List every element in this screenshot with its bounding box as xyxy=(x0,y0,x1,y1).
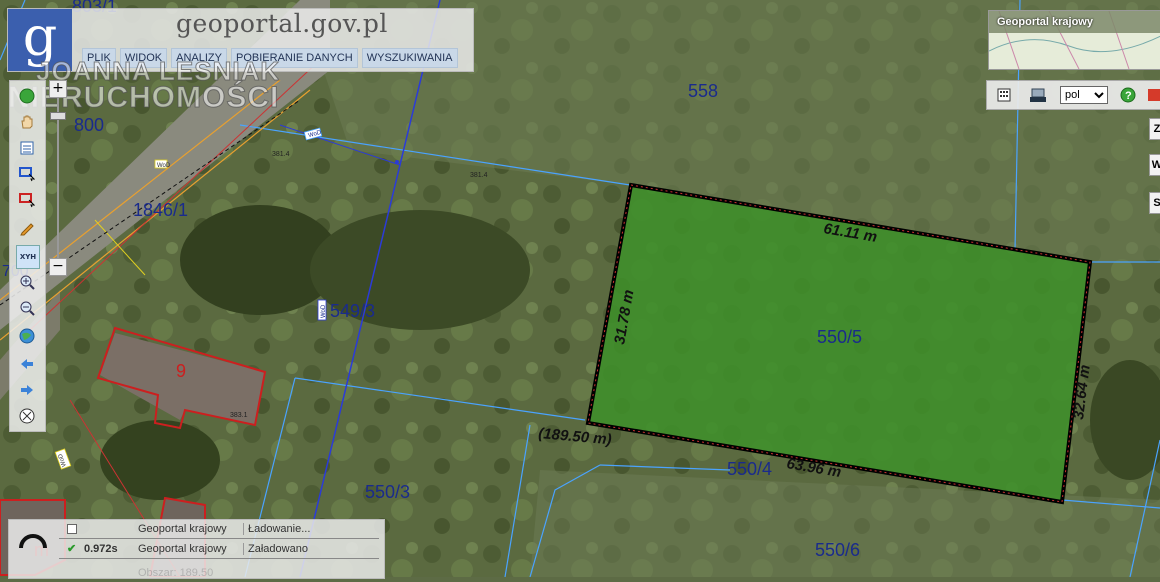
right-toolbar: pol ? xyxy=(986,80,1160,110)
back-arrow-icon[interactable] xyxy=(16,353,38,375)
zoom-in-icon[interactable] xyxy=(16,271,38,293)
status-divider xyxy=(59,558,379,559)
tree-cluster xyxy=(100,420,220,500)
status-service: Geoportal krajowy xyxy=(138,523,227,535)
status-service: Geoportal krajowy xyxy=(138,543,227,555)
tools-panel: XYH xyxy=(9,80,46,432)
height-label: 381.4 xyxy=(272,151,290,158)
checkbox-icon xyxy=(67,524,77,534)
forward-arrow-icon[interactable] xyxy=(16,379,38,401)
zoom-slider: + − xyxy=(48,80,68,276)
status-row: Obszar: 189.50 xyxy=(9,564,384,582)
status-time: 0.972s xyxy=(84,543,118,555)
separator xyxy=(243,523,244,535)
wms-layer-icon[interactable] xyxy=(1029,86,1047,104)
zoom-minus-button[interactable]: − xyxy=(49,258,67,276)
parcel-number: 550/5 xyxy=(817,327,862,347)
menu-search[interactable]: WYSZUKIWANIA xyxy=(361,48,458,68)
help-icon[interactable]: ? xyxy=(1119,86,1137,104)
overview-map[interactable]: Geoportal krajowy xyxy=(988,10,1160,70)
check-icon: ✔ xyxy=(67,543,77,555)
status-divider xyxy=(59,538,379,539)
road-tag: WoD xyxy=(157,163,171,169)
road-tag: WoD xyxy=(321,304,327,318)
parcel-number: 550/4 xyxy=(727,459,772,479)
parcel-number: 1846/1 xyxy=(133,200,188,220)
side-tab-w[interactable]: W xyxy=(1149,154,1160,176)
parcel-number: 800 xyxy=(74,115,104,135)
side-tab-s[interactable]: S xyxy=(1149,192,1160,214)
status-state: Ładowanie... xyxy=(248,523,311,535)
status-state: Załadowano xyxy=(248,543,308,555)
parcel-number: 550/6 xyxy=(815,540,860,560)
zoom-track[interactable] xyxy=(57,98,59,258)
status-row: ✔ 0.972s Geoportal krajowy Załadowano xyxy=(9,540,384,558)
pan-hand-icon[interactable] xyxy=(16,111,38,133)
close-circle-icon[interactable] xyxy=(16,405,38,427)
globe-green-icon[interactable] xyxy=(16,85,38,107)
calculator-icon[interactable] xyxy=(995,86,1013,104)
select-rectangle-icon[interactable] xyxy=(16,163,38,185)
status-partial: Obszar: 189.50 xyxy=(138,567,214,579)
svg-text:?: ? xyxy=(1125,90,1132,102)
overview-title: Geoportal krajowy xyxy=(997,16,1093,28)
height-label: 381.4 xyxy=(470,172,488,179)
xyh-icon[interactable]: XYH xyxy=(16,245,40,269)
edit-pencil-icon[interactable] xyxy=(16,217,38,239)
status-row: Geoportal krajowy Ładowanie... xyxy=(9,520,384,538)
height-label: 383.1 xyxy=(230,412,248,419)
side-tab-z[interactable]: Z xyxy=(1149,118,1160,140)
loading-status-panel: Geoportal krajowy Ładowanie... ✔ 0.972s … xyxy=(8,519,385,579)
building-number: 9 xyxy=(176,361,186,381)
parcel-number: 558 xyxy=(688,81,718,101)
zoom-out-icon[interactable] xyxy=(16,297,38,319)
select-red-rectangle-icon[interactable] xyxy=(16,189,38,211)
parcel-number: 549/3 xyxy=(330,301,375,321)
separator xyxy=(243,543,244,555)
zoom-thumb[interactable] xyxy=(50,112,66,120)
close-panel-icon[interactable] xyxy=(1145,86,1160,104)
language-select[interactable]: pol xyxy=(1060,86,1108,104)
site-title[interactable]: geoportal.gov.pl xyxy=(176,9,388,38)
boundary-point xyxy=(395,160,399,164)
parcel-number: 550/3 xyxy=(365,482,410,502)
info-icon[interactable] xyxy=(16,137,38,159)
full-extent-globe-icon[interactable] xyxy=(16,325,38,347)
zoom-plus-button[interactable]: + xyxy=(49,80,67,98)
